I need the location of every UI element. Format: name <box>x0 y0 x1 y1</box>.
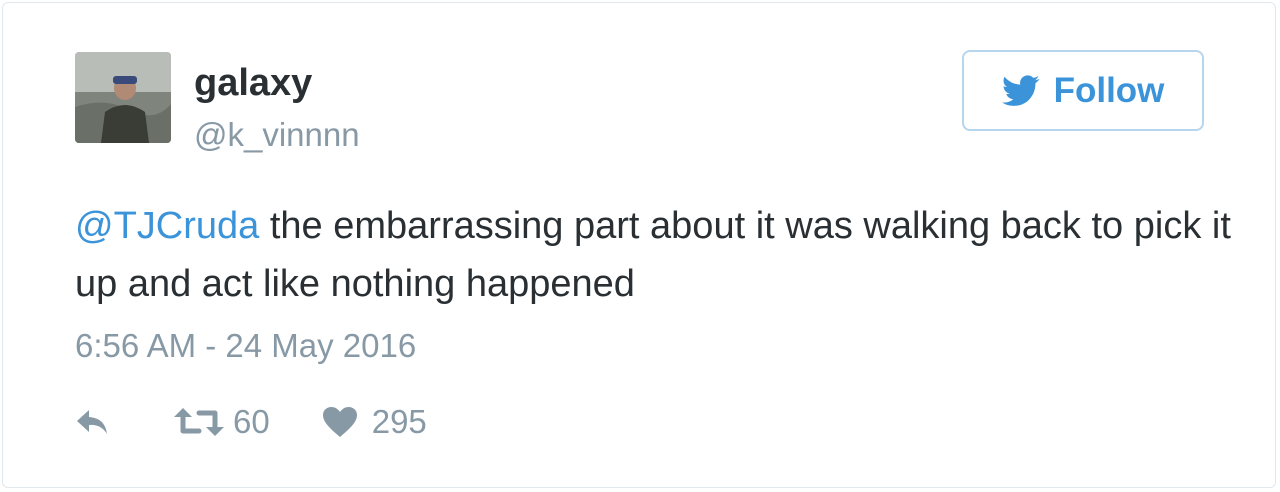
heart-icon <box>322 407 357 437</box>
avatar-photo <box>75 52 171 143</box>
author-handle[interactable]: @k_vinnnn <box>194 115 360 155</box>
tweet-card: galaxy @k_vinnnn Follow @TJCruda the emb… <box>2 2 1276 488</box>
tweet-text: @TJCruda the embarrassing part about it … <box>75 197 1235 313</box>
tweet-timestamp[interactable]: 6:56 AM - 24 May 2016 <box>75 324 416 368</box>
avatar[interactable] <box>75 52 171 143</box>
retweet-count: 60 <box>233 403 270 440</box>
follow-button-label: Follow <box>1053 70 1165 110</box>
like-count: 295 <box>371 403 427 440</box>
twitter-bird-icon <box>1001 74 1039 106</box>
follow-button[interactable]: Follow <box>962 50 1204 131</box>
reply-button[interactable] <box>75 408 117 436</box>
retweet-icon <box>174 408 224 436</box>
mention-link[interactable]: @TJCruda <box>75 205 259 247</box>
reply-icon <box>77 410 107 434</box>
tweet-actions: 60 295 <box>75 400 427 444</box>
author-display-name[interactable]: galaxy <box>194 60 312 106</box>
like-button[interactable]: 295 <box>322 403 427 441</box>
retweet-button[interactable]: 60 <box>173 403 270 441</box>
